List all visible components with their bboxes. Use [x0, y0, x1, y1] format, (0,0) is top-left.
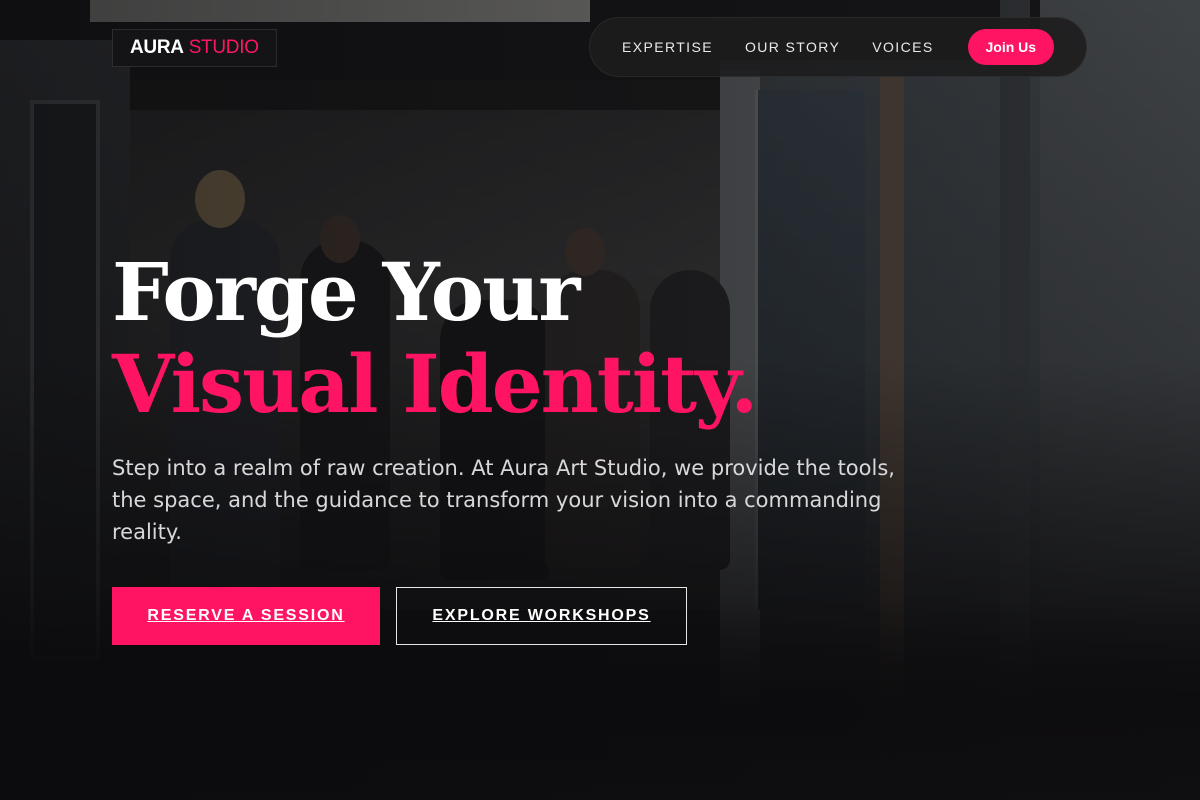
nav-item-our-story[interactable]: OUR STORY	[745, 39, 840, 55]
brand-logo[interactable]: AURA STUDIO	[112, 29, 277, 67]
hero-title-line-2: Visual Identity.	[112, 337, 758, 431]
hero-title-line-1: Forge Your	[112, 245, 580, 339]
join-us-button[interactable]: Join Us	[967, 29, 1054, 65]
brand-name-primary: AURA	[130, 37, 184, 58]
hero-subtitle: Step into a realm of raw creation. At Au…	[112, 456, 895, 544]
hero-title: Forge Your Visual Identity.	[112, 245, 758, 431]
reserve-session-button[interactable]: RESERVE A SESSION	[112, 587, 380, 645]
explore-workshops-button[interactable]: EXPLORE WORKSHOPS	[396, 587, 687, 645]
nav-item-expertise[interactable]: EXPERTISE	[622, 39, 713, 55]
brand-name-accent: STUDIO	[188, 37, 259, 58]
nav-item-voices[interactable]: VOICES	[872, 39, 933, 55]
main-navigation: EXPERTISE OUR STORY VOICES Join Us	[589, 17, 1087, 77]
